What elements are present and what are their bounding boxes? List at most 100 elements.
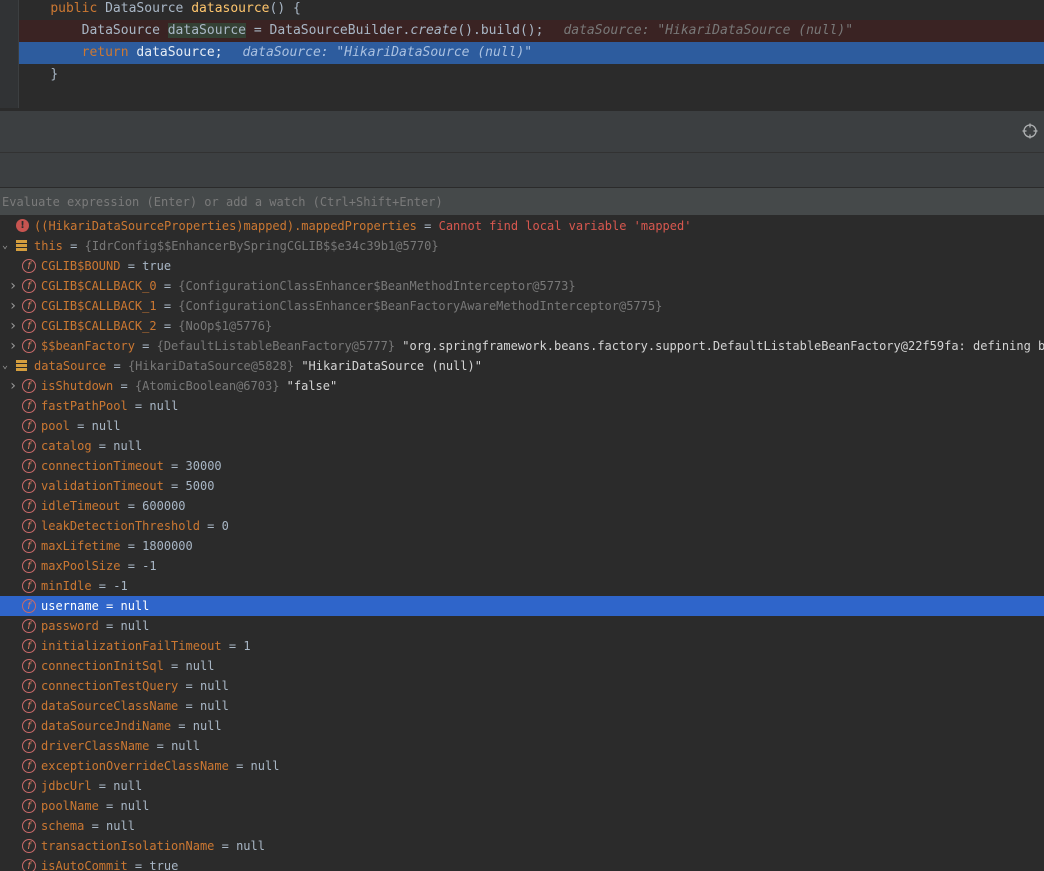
keyword-public: public — [50, 1, 98, 16]
variable-name: minIdle — [41, 579, 92, 593]
variable-row[interactable]: f dataSourceJndiName = null — [0, 716, 1044, 736]
chevron-right-icon[interactable]: › — [8, 276, 18, 296]
variable-ref: {AtomicBoolean@6703} — [134, 379, 287, 393]
variable-row[interactable]: ! ((HikariDataSourceProperties)mapped).ma… — [0, 216, 1044, 236]
code-line-assignment[interactable]: DataSource dataSource = DataSourceBuilde… — [19, 20, 1044, 42]
chevron-right-icon[interactable]: › — [8, 316, 18, 336]
variable-row[interactable]: f initializationFailTimeout = 1 — [0, 636, 1044, 656]
field-icon: f — [22, 479, 36, 493]
variable-row[interactable]: f password = null — [0, 616, 1044, 636]
variable-value: 1 — [243, 639, 251, 653]
variable-name: isShutdown — [41, 379, 114, 393]
variable-equals: = — [120, 539, 143, 553]
inline-debug-value: dataSource: "HikariDataSource (null)" — [242, 45, 533, 60]
editor-gutter[interactable] — [0, 0, 19, 108]
variable-row[interactable]: f isAutoCommit = true — [0, 856, 1044, 871]
variable-row[interactable]: › f isShutdown = {AtomicBoolean@6703} "fal… — [0, 376, 1044, 396]
variable-value: null — [149, 399, 179, 413]
variable-equals: = — [163, 479, 186, 493]
evaluate-expression-bar — [0, 187, 1044, 216]
variable-row[interactable]: › f $$beanFactory = {DefaultListableBeanFa… — [0, 336, 1044, 356]
variable-value: null — [236, 839, 265, 853]
variable-text: connectionTimeout = 30000 — [41, 456, 222, 476]
variable-text: initializationFailTimeout = 1 — [41, 636, 251, 656]
evaluate-expression-input[interactable] — [0, 188, 1042, 215]
variable-text: minIdle = -1 — [41, 576, 128, 596]
variable-row[interactable]: › f CGLIB$CALLBACK_1 = {ConfigurationClass… — [0, 296, 1044, 316]
variable-row[interactable]: f driverClassName = null — [0, 736, 1044, 756]
crosshair-icon[interactable] — [1022, 123, 1038, 139]
variable-text: CGLIB$BOUND = true — [41, 256, 171, 276]
error-icon: ! — [16, 219, 29, 232]
variable-row[interactable]: f pool = null — [0, 416, 1044, 436]
variable-row[interactable]: f connectionTestQuery = null — [0, 676, 1044, 696]
variable-row[interactable]: f catalog = null — [0, 436, 1044, 456]
variable-name: transactionIsolationName — [41, 839, 215, 853]
variable-row[interactable]: › f CGLIB$CALLBACK_0 = {ConfigurationClass… — [0, 276, 1044, 296]
variable-row[interactable]: f connectionInitSql = null — [0, 656, 1044, 676]
field-icon: f — [22, 539, 36, 553]
variable-text: poolName = null — [41, 796, 149, 816]
variable-name: pool — [41, 419, 70, 433]
variable-equals: = — [156, 299, 179, 313]
variable-row[interactable]: f maxLifetime = 1800000 — [0, 536, 1044, 556]
variable-ref: {DefaultListableBeanFactory@5777} — [156, 339, 403, 353]
variable-ref: {ConfigurationClassEnhancer$BeanFactoryA… — [178, 299, 663, 313]
variable-row[interactable]: f maxPoolSize = -1 — [0, 556, 1044, 576]
variable-equals: = — [69, 419, 92, 433]
field-icon: f — [22, 639, 36, 653]
variable-row[interactable]: f poolName = null — [0, 796, 1044, 816]
frames-bar — [0, 152, 1044, 187]
variable-text: transactionIsolationName = null — [41, 836, 265, 856]
variable-text: jdbcUrl = null — [41, 776, 142, 796]
variable-value: true — [142, 259, 172, 273]
field-icon: f — [22, 299, 36, 313]
variable-equals: = — [199, 519, 222, 533]
variable-row[interactable]: f schema = null — [0, 816, 1044, 836]
variable-equals: = — [91, 439, 114, 453]
variable-text: $$beanFactory = {DefaultListableBeanFact… — [41, 336, 1044, 356]
variable-value: -1 — [142, 559, 157, 573]
variable-text: maxLifetime = 1800000 — [41, 536, 193, 556]
variable-row[interactable]: f jdbcUrl = null — [0, 776, 1044, 796]
variable-value: null — [185, 659, 215, 673]
field-icon: f — [22, 719, 36, 733]
chevron-right-icon[interactable]: › — [8, 296, 18, 316]
variable-row[interactable]: ⌄ dataSource = {HikariDataSource@5828} "H… — [0, 356, 1044, 376]
variable-row[interactable]: › f CGLIB$CALLBACK_2 = {NoOp$1@5776} — [0, 316, 1044, 336]
variable-row[interactable]: f validationTimeout = 5000 — [0, 476, 1044, 496]
chevron-down-icon[interactable]: ⌄ — [0, 356, 10, 376]
code-line-return-current[interactable]: return dataSource; dataSource: "HikariDat… — [19, 42, 1044, 64]
variable-equals: = — [98, 619, 121, 633]
variable-row[interactable]: f username = null — [0, 596, 1044, 616]
code-editor[interactable]: public DataSource datasource() { DataSou… — [0, 0, 1044, 108]
variable-row[interactable]: f CGLIB$BOUND = true — [0, 256, 1044, 276]
method-open: () { — [269, 1, 301, 16]
field-icon: f — [22, 739, 36, 753]
variable-value: 0 — [221, 519, 229, 533]
variable-text: maxPoolSize = -1 — [41, 556, 157, 576]
variable-text: CGLIB$CALLBACK_1 = {ConfigurationClassEn… — [41, 296, 662, 316]
variable-row[interactable]: f connectionTimeout = 30000 — [0, 456, 1044, 476]
chevron-right-icon[interactable]: › — [8, 336, 18, 356]
variable-row[interactable]: f idleTimeout = 600000 — [0, 496, 1044, 516]
field-icon: f — [22, 419, 36, 433]
chevron-down-icon[interactable]: ⌄ — [0, 236, 10, 256]
variable-name: connectionInitSql — [41, 659, 164, 673]
variable-equals: = — [62, 239, 85, 253]
variable-row[interactable]: f leakDetectionThreshold = 0 — [0, 516, 1044, 536]
variable-name: validationTimeout — [41, 479, 164, 493]
variable-row[interactable]: f dataSourceClassName = null — [0, 696, 1044, 716]
variable-equals: = — [163, 459, 186, 473]
variable-row[interactable]: f transactionIsolationName = null — [0, 836, 1044, 856]
variable-row[interactable]: f fastPathPool = null — [0, 396, 1044, 416]
variable-row[interactable]: f minIdle = -1 — [0, 576, 1044, 596]
code-line-close-brace[interactable]: } — [19, 64, 1044, 86]
variable-row[interactable]: f exceptionOverrideClassName = null — [0, 756, 1044, 776]
variable-value: null — [199, 679, 229, 693]
variable-row[interactable]: ⌄ this = {IdrConfig$$EnhancerBySpringCGLI… — [0, 236, 1044, 256]
variable-name: CGLIB$CALLBACK_0 — [41, 279, 157, 293]
variable-name: fastPathPool — [41, 399, 128, 413]
code-line-method-signature[interactable]: public DataSource datasource() { — [19, 0, 1044, 20]
chevron-right-icon[interactable]: › — [8, 376, 18, 396]
